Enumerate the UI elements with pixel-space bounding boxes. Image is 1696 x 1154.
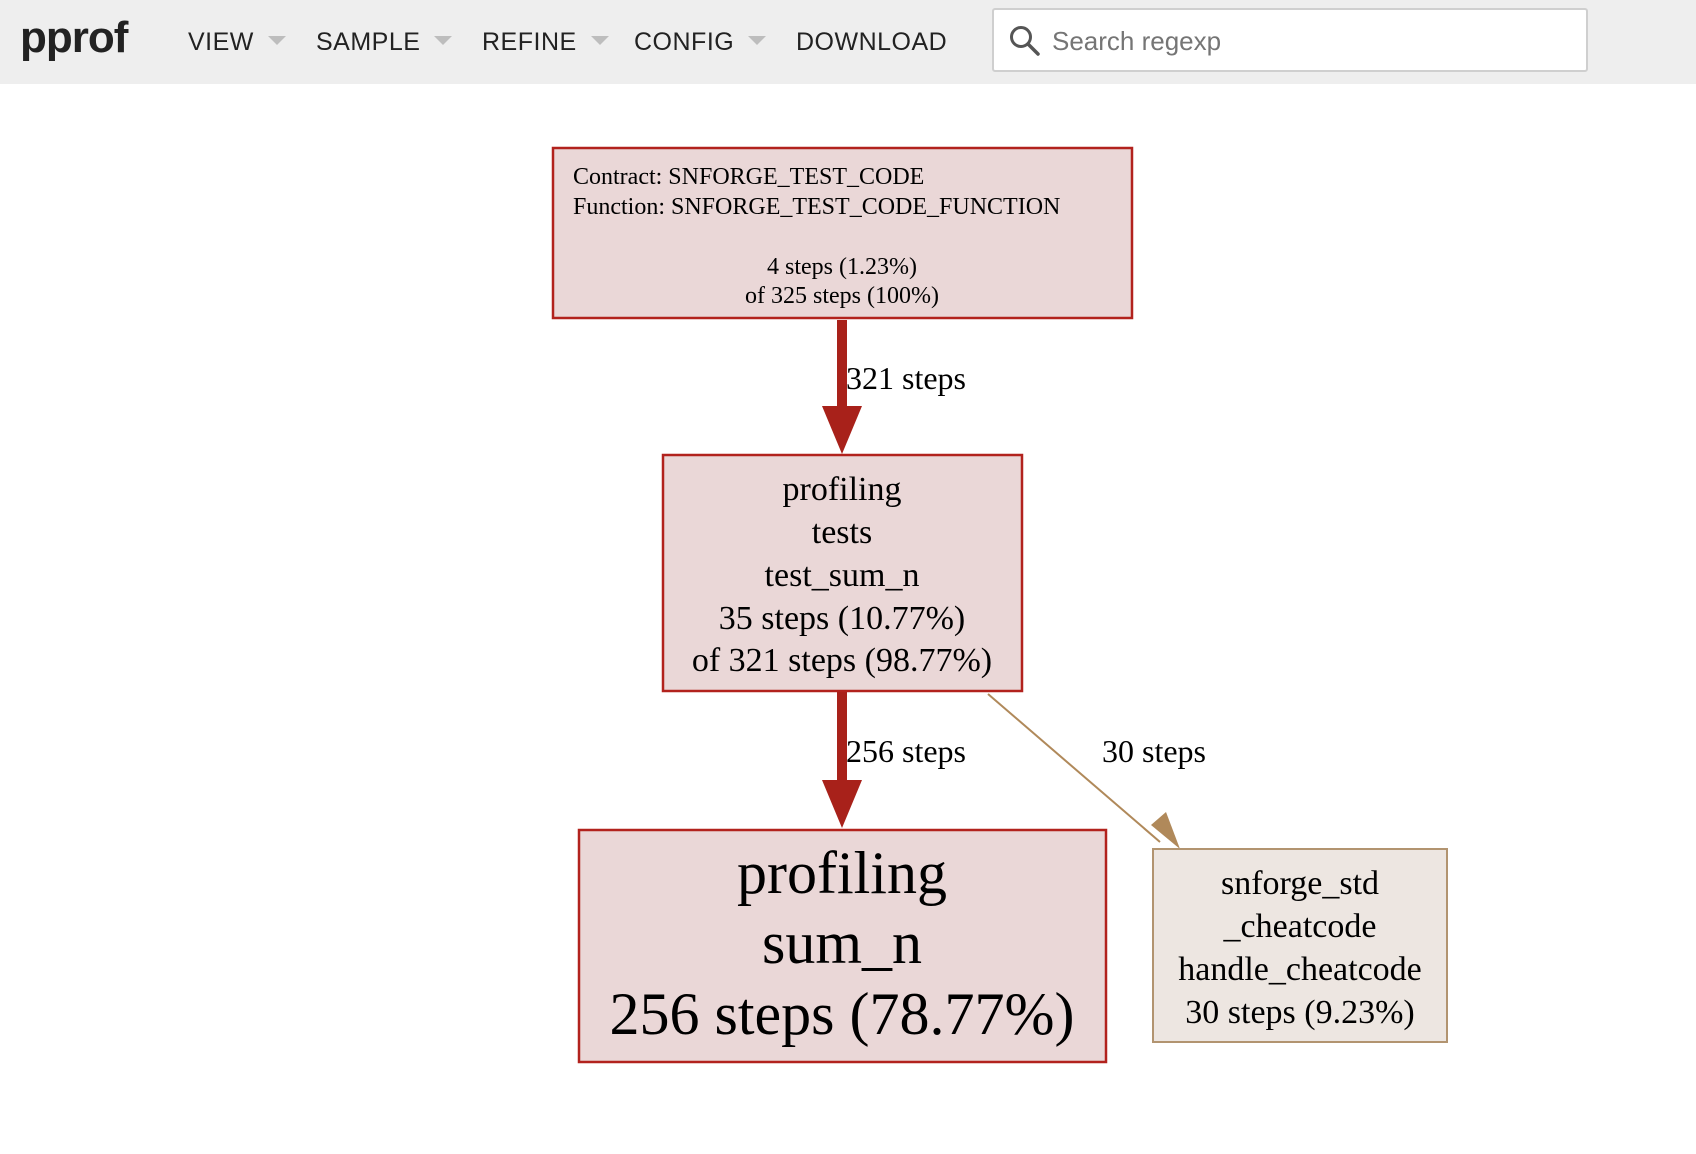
- menu-download[interactable]: DOWNLOAD: [796, 0, 947, 84]
- node-flat-label: 35 steps (10.77%): [719, 600, 965, 637]
- node-cum-label: of 321 steps (98.77%): [692, 642, 992, 679]
- menu-refine-label: REFINE: [482, 27, 577, 56]
- node-handle-cheatcode[interactable]: snforge_std _cheatcode handle_cheatcode …: [1152, 848, 1448, 1043]
- node-package-label: profiling: [737, 840, 947, 906]
- node-function-label: Function: SNFORGE_TEST_CODE_FUNCTION: [573, 194, 1060, 220]
- menu-config-label: CONFIG: [634, 27, 735, 56]
- chevron-down-icon: [434, 35, 453, 45]
- top-toolbar: pprof VIEW SAMPLE REFINE CONFIG DOWNLOAD: [0, 0, 1696, 84]
- chevron-down-icon: [267, 35, 286, 45]
- chevron-down-icon: [590, 35, 609, 45]
- menu-download-label: DOWNLOAD: [796, 27, 948, 56]
- pprof-logo[interactable]: pprof: [20, 8, 128, 68]
- node-package-label: profiling: [783, 471, 902, 508]
- arrowhead-icon: [1151, 812, 1180, 849]
- edge-root-to-test[interactable]: 321 steps: [822, 320, 966, 454]
- edge-label: 30 steps: [1102, 733, 1206, 769]
- node-test-sum-n[interactable]: profiling tests test_sum_n 35 steps (10.…: [661, 453, 1024, 693]
- edge-label: 256 steps: [846, 733, 966, 769]
- menu-config[interactable]: CONFIG: [634, 0, 767, 84]
- call-graph: 321 steps 256 steps 30 steps Contract: S…: [551, 146, 1448, 1064]
- arrowhead-icon: [822, 406, 862, 454]
- node-cum-label: of 325 steps (100%): [745, 283, 939, 309]
- node-flat-label: 30 steps (9.23%): [1185, 994, 1414, 1031]
- node-root[interactable]: Contract: SNFORGE_TEST_CODE Function: SN…: [551, 146, 1134, 320]
- chevron-down-icon: [748, 35, 767, 45]
- menu-refine[interactable]: REFINE: [482, 0, 609, 84]
- node-package-label: snforge_std: [1221, 865, 1379, 902]
- menu-sample[interactable]: SAMPLE: [316, 0, 453, 84]
- edge-test-to-cheatcode[interactable]: 30 steps: [987, 693, 1206, 849]
- edge-test-to-sum[interactable]: 256 steps: [822, 692, 966, 828]
- node-function-label: handle_cheatcode: [1178, 951, 1422, 988]
- search-box: [992, 8, 1588, 72]
- menu-view[interactable]: VIEW: [188, 0, 286, 84]
- edge-label: 321 steps: [846, 360, 966, 396]
- menu-view-label: VIEW: [188, 27, 254, 56]
- node-flat-label: 256 steps (78.77%): [610, 981, 1075, 1047]
- node-module-label: tests: [812, 514, 872, 551]
- node-contract-label: Contract: SNFORGE_TEST_CODE: [573, 164, 924, 190]
- node-flat-label: 4 steps (1.23%): [767, 254, 917, 280]
- node-module-label: _cheatcode: [1223, 908, 1377, 945]
- search-input[interactable]: [1050, 16, 1574, 66]
- search-icon: [1010, 26, 1040, 56]
- node-sum-n[interactable]: profiling sum_n 256 steps (78.77%): [577, 828, 1108, 1064]
- arrowhead-icon: [822, 780, 862, 828]
- menu-sample-label: SAMPLE: [316, 27, 421, 56]
- node-function-label: test_sum_n: [765, 557, 920, 594]
- node-function-label: sum_n: [762, 910, 922, 976]
